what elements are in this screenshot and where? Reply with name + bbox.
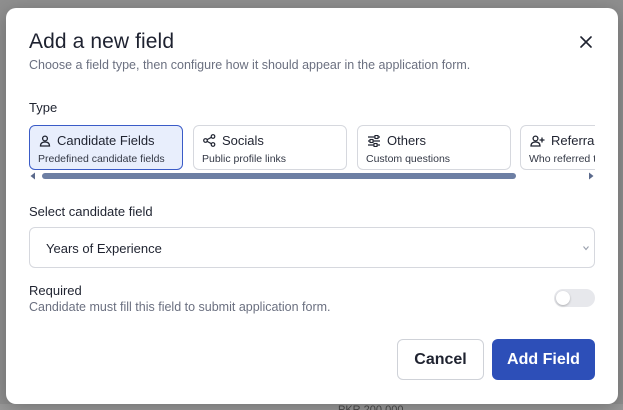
type-card-candidate-fields[interactable]: Candidate Fields Predefined candidate fi… (29, 125, 183, 170)
type-card-title: Socials (222, 133, 264, 148)
add-field-button[interactable]: Add Field (492, 339, 595, 380)
close-icon (580, 36, 592, 48)
type-card-title: Referral (551, 133, 595, 148)
scroll-right-arrow[interactable] (587, 172, 595, 180)
person-icon (39, 134, 51, 147)
cancel-button[interactable]: Cancel (397, 339, 484, 380)
type-card-subtitle: Custom questions (366, 153, 451, 165)
sliders-icon (368, 134, 380, 147)
background-page (0, 404, 623, 410)
chevron-down-icon (583, 246, 589, 251)
type-card-subtitle: Public profile links (202, 153, 287, 165)
close-button[interactable] (576, 32, 596, 52)
type-card-referral[interactable]: Referral Who referred the candidate (520, 125, 595, 170)
type-card-title: Candidate Fields (57, 133, 155, 148)
add-field-modal: Add a new field Choose a field type, the… (6, 8, 618, 404)
modal-title: Add a new field (29, 30, 175, 53)
type-card-title: Others (387, 133, 427, 148)
type-row-scrollbar[interactable] (29, 172, 595, 180)
add-person-icon (530, 134, 545, 147)
modal-subtitle: Choose a field type, then configure how … (29, 58, 471, 72)
candidate-field-label: Select candidate field (29, 204, 153, 219)
required-label: Required (29, 283, 82, 298)
required-description: Candidate must fill this field to submit… (29, 300, 331, 314)
scroll-left-arrow[interactable] (29, 172, 37, 180)
type-card-others[interactable]: Others Custom questions (357, 125, 511, 170)
share-icon (203, 134, 216, 147)
type-card-row: Candidate Fields Predefined candidate fi… (29, 124, 595, 172)
type-card-subtitle: Predefined candidate fields (38, 153, 165, 165)
toggle-knob (556, 291, 570, 305)
arrow-right-icon (589, 172, 594, 180)
required-toggle[interactable] (554, 289, 595, 307)
candidate-field-select[interactable]: Years of Experience (29, 227, 595, 268)
scrollbar-thumb[interactable] (42, 173, 516, 179)
candidate-field-value: Years of Experience (46, 241, 162, 256)
type-card-subtitle: Who referred the candidate (529, 153, 595, 165)
type-label: Type (29, 100, 58, 115)
type-card-socials[interactable]: Socials Public profile links (193, 125, 347, 170)
arrow-left-icon (30, 172, 35, 180)
